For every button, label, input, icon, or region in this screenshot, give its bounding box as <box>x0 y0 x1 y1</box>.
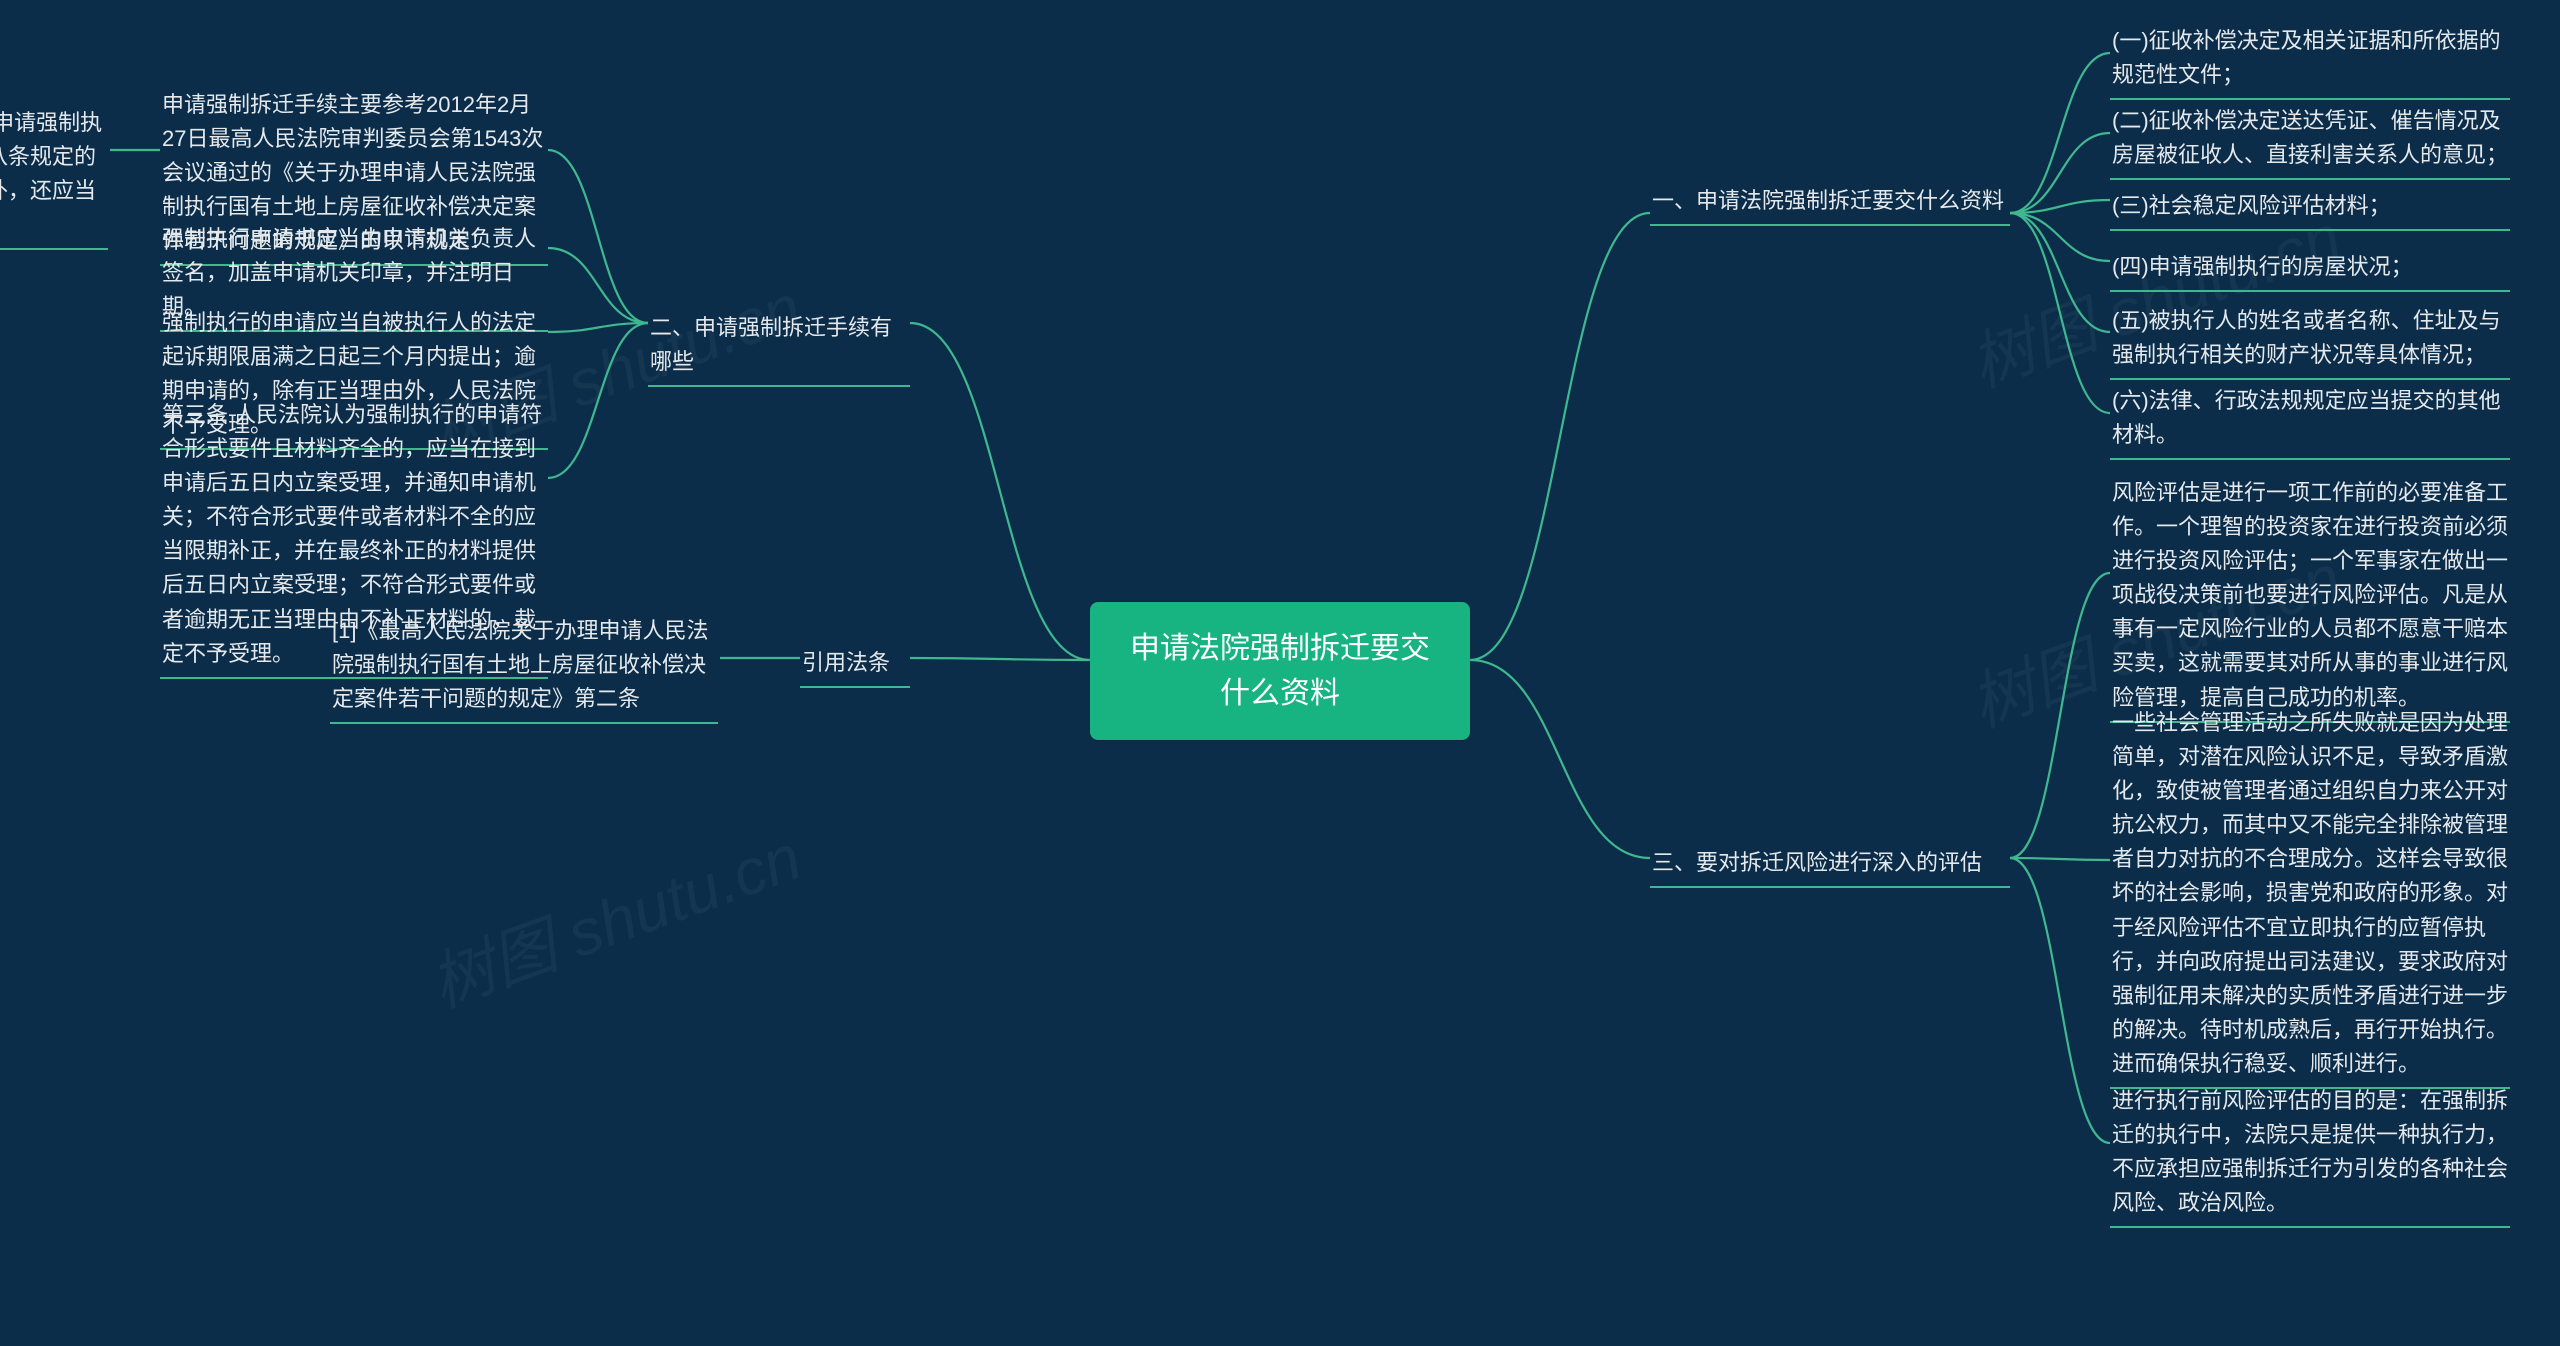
branch-three-item-a[interactable]: 风险评估是进行一项工作前的必要准备工作。一个理智的投资家在进行投资前必须进行投资… <box>2110 470 2510 723</box>
branch-three-item-b[interactable]: 一些社会管理活动之所失败就是因为处理简单，对潜在风险认识不足，导致矛盾激化，致使… <box>2110 700 2510 1089</box>
branch-one-title[interactable]: 一、申请法院强制拆迁要交什么资料 <box>1650 178 2010 226</box>
branch-one-item-c[interactable]: (三)社会稳定风险评估材料； <box>2110 183 2510 231</box>
branch-two-item-a-sub[interactable]: 第二条 申请机关向人民法院申请强制执行，除提供《条例》第二十八条规定的强制执行申… <box>0 100 108 250</box>
mindmap-stage: 树图 shutu.cn 树图 shutu.cn 树图 shutu.cn 树图 s… <box>0 0 2560 1346</box>
branch-cite-title[interactable]: 引用法条 <box>800 640 910 688</box>
branch-one-item-f[interactable]: (六)法律、行政法规规定应当提交的其他材料。 <box>2110 378 2510 460</box>
center-topic[interactable]: 申请法院强制拆迁要交什么资料 <box>1090 602 1470 740</box>
branch-cite-item-a[interactable]: [1]《最高人民法院关于办理申请人民法院强制执行国有土地上房屋征收补偿决定案件若… <box>330 608 718 724</box>
branch-two-title[interactable]: 二、申请强制拆迁手续有哪些 <box>648 305 910 387</box>
branch-one-item-e[interactable]: (五)被执行人的姓名或者名称、住址及与强制执行相关的财产状况等具体情况； <box>2110 298 2510 380</box>
branch-three-title[interactable]: 三、要对拆迁风险进行深入的评估 <box>1650 840 2010 888</box>
branch-one-item-b[interactable]: (二)征收补偿决定送达凭证、催告情况及房屋被征收人、直接利害关系人的意见； <box>2110 98 2510 180</box>
watermark: 树图 shutu.cn <box>416 806 812 1025</box>
branch-one-item-a[interactable]: (一)征收补偿决定及相关证据和所依据的规范性文件； <box>2110 18 2510 100</box>
branch-one-item-d[interactable]: (四)申请强制执行的房屋状况； <box>2110 244 2510 292</box>
branch-three-item-c[interactable]: 进行执行前风险评估的目的是：在强制拆迁的执行中，法院只是提供一种执行力，不应承担… <box>2110 1078 2510 1228</box>
